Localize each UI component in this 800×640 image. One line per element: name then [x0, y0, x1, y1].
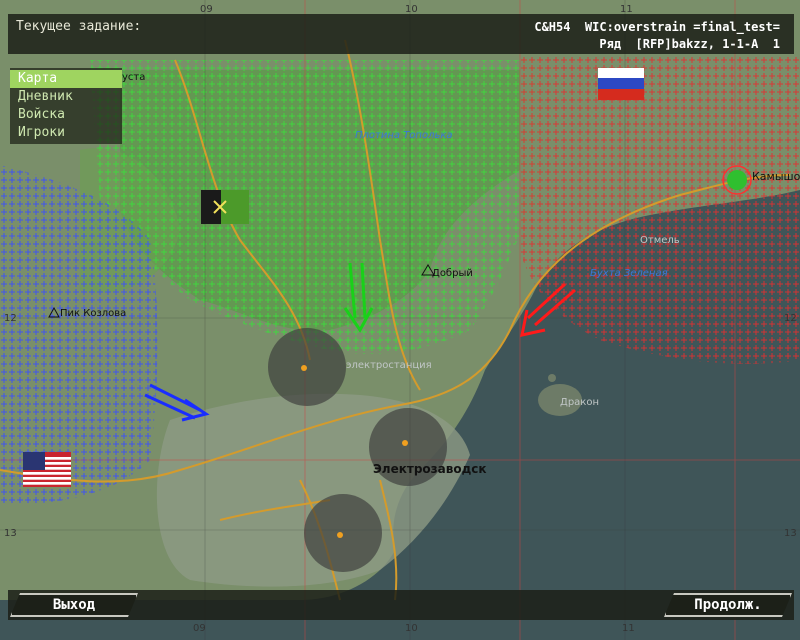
- russia-flag: [598, 68, 644, 100]
- label-pik-kozlova: Пик Козлова: [60, 308, 127, 319]
- continue-button[interactable]: Продолж.: [664, 593, 792, 617]
- menu-item-map[interactable]: Карта: [10, 70, 122, 88]
- grid-bottom-11: 11: [622, 623, 635, 634]
- grid-bottom-09: 09: [193, 623, 206, 634]
- grid-left-13: 13: [4, 528, 17, 539]
- label-plotina: Плотина Тополька: [355, 130, 453, 141]
- current-task-label: Текущее задание:: [16, 19, 142, 34]
- mission-info: C&H54 WIC:overstrain =final_test= Ряд [R…: [534, 19, 780, 53]
- town-marker-3: [304, 494, 382, 572]
- grid-bottom-10: 10: [405, 623, 418, 634]
- grid-right-13: 13: [784, 528, 797, 539]
- label-electrostation: электростанция: [346, 360, 432, 371]
- label-kamyshovo: Камышо: [752, 170, 800, 183]
- player-info: Ряд [RFP]bakzz, 1-1-A 1: [599, 37, 780, 51]
- menu-item-units[interactable]: Войска: [10, 106, 122, 124]
- label-bukhta: Бухта Зеленая: [590, 268, 668, 279]
- label-dobry: Добрый: [432, 268, 473, 279]
- exit-button[interactable]: Выход: [10, 593, 138, 617]
- menu-item-diary[interactable]: Дневник: [10, 88, 122, 106]
- usa-flag: [23, 452, 71, 487]
- top-bar: Текущее задание: C&H54 WIC:overstrain =f…: [8, 14, 794, 54]
- label-drakon: Дракон: [560, 397, 599, 408]
- label-ustya: уста: [122, 72, 146, 83]
- grid-left-12: 12: [4, 313, 17, 324]
- mission-title: C&H54 WIC:overstrain =final_test=: [534, 20, 780, 34]
- side-menu: Карта Дневник Войска Игроки: [10, 68, 122, 144]
- label-electrozavodsk: Электрозаводск: [373, 462, 487, 476]
- menu-item-players[interactable]: Игроки: [10, 124, 122, 142]
- town-marker-1: [268, 328, 346, 406]
- objective-flag: [201, 190, 249, 224]
- grid-right-12: 12: [784, 313, 797, 324]
- label-otmel: Отмель: [640, 235, 680, 246]
- player-cluster[interactable]: [727, 170, 747, 190]
- bottom-bar: Выход Продолж.: [8, 590, 794, 620]
